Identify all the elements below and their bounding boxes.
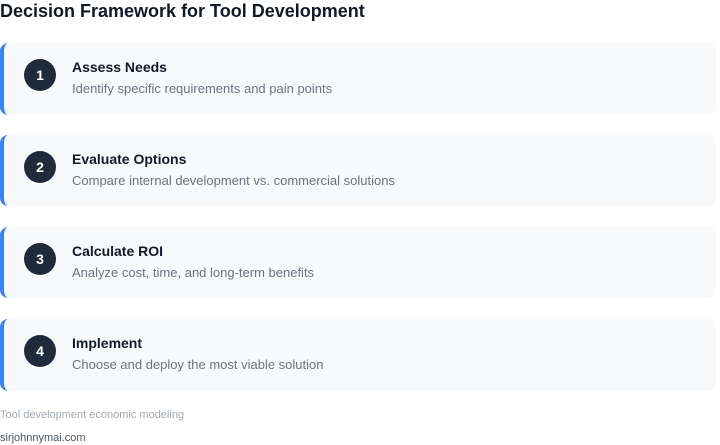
step-description: Compare internal development vs. commerc… <box>72 173 395 188</box>
page-title: Decision Framework for Tool Development <box>0 1 365 21</box>
step-title: Assess Needs <box>72 59 167 75</box>
step-card-calculate-roi: 3 Calculate ROI Analyze cost, time, and … <box>0 227 716 298</box>
step-description: Choose and deploy the most viable soluti… <box>72 357 324 372</box>
step-number-badge: 1 <box>24 59 56 91</box>
step-description: Analyze cost, time, and long-term benefi… <box>72 265 315 280</box>
step-title: Evaluate Options <box>72 151 187 167</box>
step-description: Identify specific requirements and pain … <box>72 81 333 96</box>
step-card-assess-needs: 1 Assess Needs Identify specific require… <box>0 43 716 115</box>
step-card-implement: 4 Implement Choose and deploy the most v… <box>0 319 716 391</box>
step-card-evaluate-options: 2 Evaluate Options Compare internal deve… <box>0 135 716 206</box>
step-number-badge: 4 <box>24 335 56 367</box>
step-number-badge: 2 <box>24 151 56 183</box>
figure-caption: Tool development economic modeling <box>0 409 185 421</box>
step-title: Calculate ROI <box>72 243 164 259</box>
step-number-badge: 3 <box>24 243 56 275</box>
step-list: 1 Assess Needs Identify specific require… <box>0 43 720 411</box>
source-credit: sirjohnnymai.com <box>0 432 86 444</box>
step-title: Implement <box>72 335 143 351</box>
